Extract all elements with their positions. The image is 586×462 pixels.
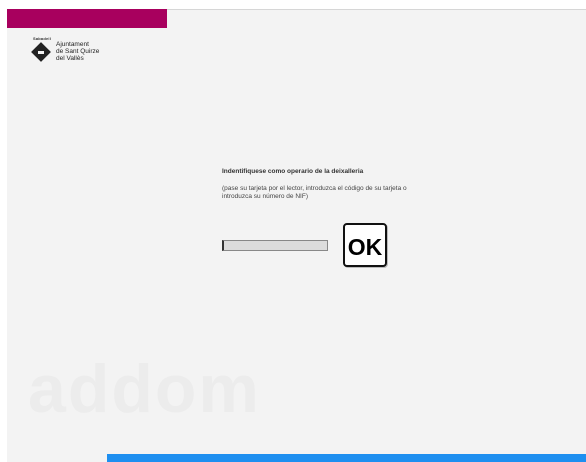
ok-button[interactable]: OK xyxy=(343,223,387,267)
emblem-detail xyxy=(38,51,44,54)
login-title: Indentifiquese como operario de la deixa… xyxy=(222,168,364,175)
login-instructions: (pase su tarjeta por el lector, introduz… xyxy=(222,185,407,200)
brand-bar xyxy=(7,9,167,28)
addom-watermark: addom xyxy=(28,351,261,427)
municipality-logo: Sabadell Ajuntament de Sant Quirze del V… xyxy=(30,36,120,70)
logo-text: Ajuntament de Sant Quirze del Vallès xyxy=(56,41,100,62)
id-input[interactable] xyxy=(222,240,328,251)
logo-caption: Sabadell xyxy=(33,36,52,41)
footer-bar xyxy=(107,454,586,462)
